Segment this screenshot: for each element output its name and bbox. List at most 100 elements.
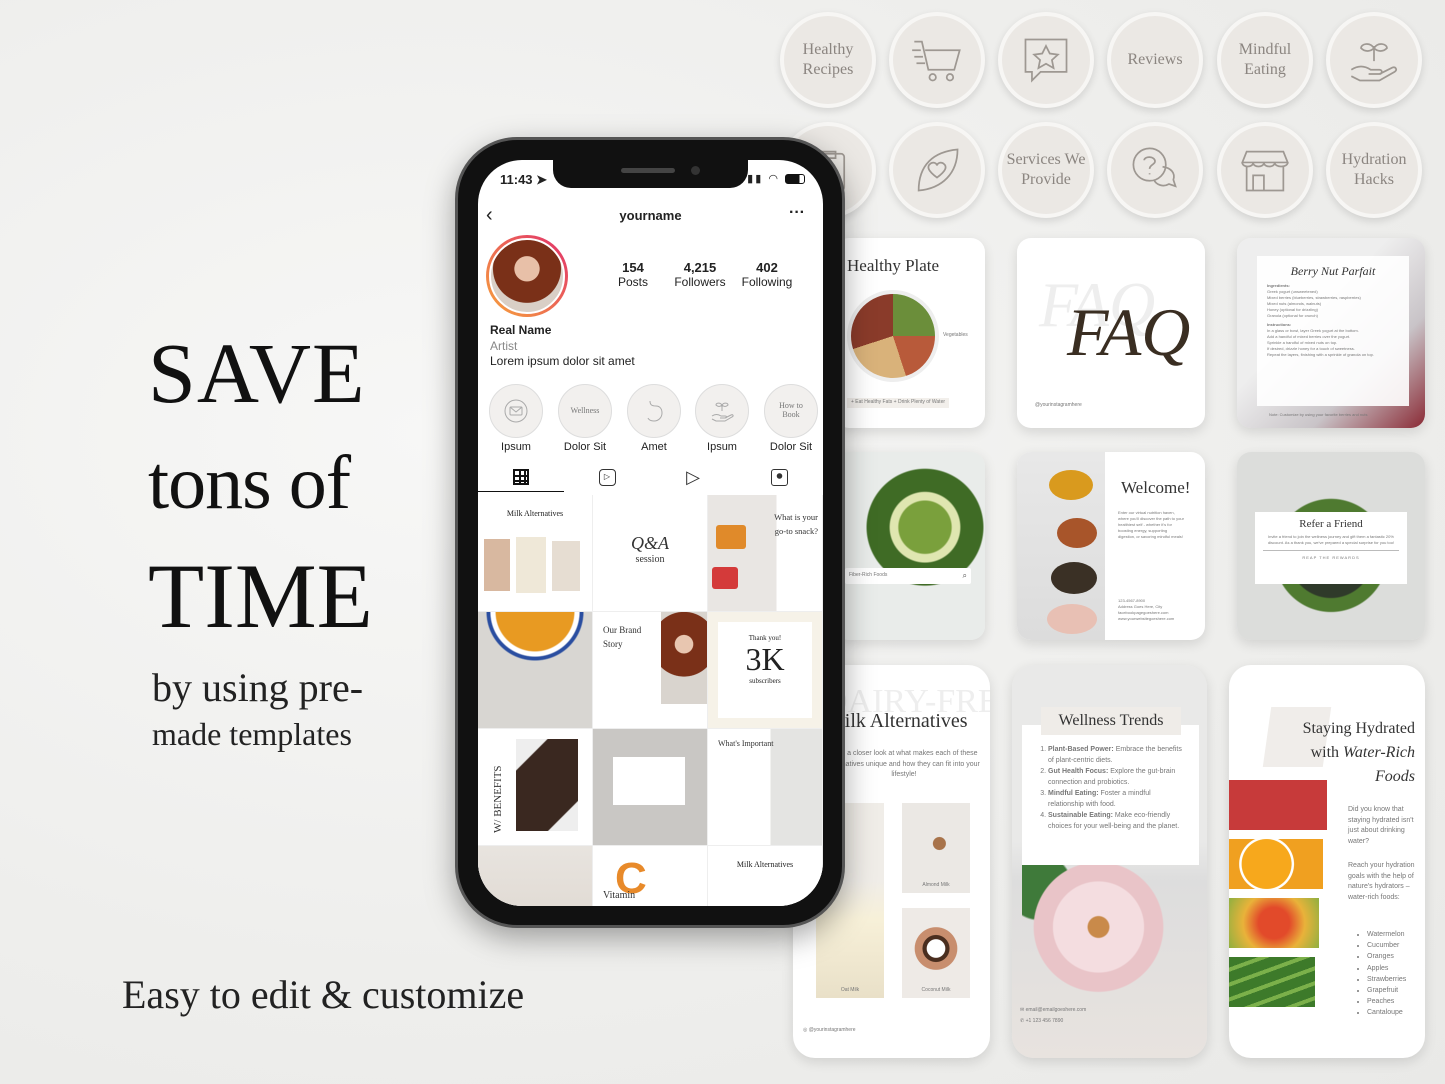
plant-hand-icon — [1350, 43, 1397, 82]
food-item: Cantaloupe — [1367, 1007, 1406, 1018]
cover-label: Mindful Eating — [1238, 41, 1292, 78]
template-fiber-foods: Fiber-Rich Foods ⌕ — [835, 452, 985, 640]
instagram-profile-screen: 11:43 ➤ ▮▮ ◠ ‹ yourname ··· 154 Posts 4,2… — [478, 160, 823, 906]
profile-bio: Lorem ipsum dolor sit amet — [490, 354, 635, 368]
story-highlight[interactable]: Wellness — [558, 384, 612, 438]
stat-posts[interactable]: 154 Posts — [598, 260, 668, 289]
shopping-cart-icon — [912, 40, 961, 82]
template-berry-parfait: Berry Nut Parfait Ingredients: Greek yog… — [1237, 238, 1425, 428]
spices-image — [1017, 452, 1105, 640]
wellness-email: ✉ email@emailgoeshere.com — [1020, 1007, 1087, 1013]
watermelon-photo — [1229, 780, 1327, 830]
highlight-label: Amet — [641, 441, 667, 453]
plate-image — [847, 290, 939, 382]
orange-photo — [1229, 839, 1323, 889]
tagline: Easy to edit & customize — [122, 972, 525, 1017]
parfait-note: Note: Customize by using your favorite b… — [1269, 412, 1368, 417]
story-highlight[interactable]: How to Book — [764, 384, 818, 438]
reap-rewards-button: REAP THE REWARDS — [1302, 555, 1360, 560]
post-review[interactable] — [593, 729, 707, 845]
battery-icon — [785, 174, 805, 185]
phone-mockup: 11:43 ➤ ▮▮ ◠ ‹ yourname ··· 154 Posts 4,2… — [455, 137, 845, 928]
card-title: Healthy Plate — [847, 256, 940, 275]
card-title: Welcome! — [1121, 478, 1191, 497]
headline-tons-of: tons of — [148, 441, 351, 525]
story-highlight[interactable] — [695, 384, 749, 438]
highlight-cover-heart-leaf — [889, 122, 985, 218]
wellness-item: Mindful Eating: Foster a mindful relatio… — [1048, 789, 1187, 810]
question-chat-icon — [1132, 147, 1177, 188]
stat-following[interactable]: 402 Following — [732, 260, 802, 289]
cover-label: Reviews — [1127, 51, 1183, 68]
highlight-label: Dolor Sit — [769, 441, 813, 453]
post-thank-you[interactable]: Thank you! 3K subscribers — [708, 612, 822, 728]
milk-label: Oat Milk — [840, 986, 860, 993]
plate-caption: + Eat Healthy Fats + Drink Plenty of Wat… — [847, 398, 950, 408]
post-whats-important[interactable]: What's Important — [708, 729, 822, 845]
template-wellness-trends: Plant-Based Power: Embrace the benefits … — [1012, 665, 1207, 1058]
post-title: Our Brand Story — [603, 625, 642, 649]
milk-body: Take a closer look at what makes each of… — [828, 750, 980, 778]
highlight-cover-cart — [889, 12, 985, 108]
tab-grid[interactable] — [478, 462, 564, 492]
ingredient: Granola (optional for crunch) — [1267, 313, 1318, 318]
flower-image — [1022, 855, 1192, 1015]
food-list: Watermelon Cucumber Oranges Apples Straw… — [1361, 929, 1406, 1019]
more-options-button[interactable]: ··· — [789, 204, 805, 222]
post-grid: Milk Alternatives Q&A session What is yo… — [478, 495, 823, 906]
highlight-cover-shop — [1217, 122, 1313, 218]
post-soup[interactable] — [478, 612, 592, 728]
post-title: W/ BENEFITS — [492, 765, 504, 833]
star-chat-icon — [1024, 38, 1068, 83]
wellness-list: Plant-Based Power: Embrace the benefits … — [1040, 745, 1187, 832]
shop-icon — [1241, 150, 1289, 192]
profile-username: yourname — [619, 208, 682, 223]
headline-time: TIME — [148, 545, 373, 647]
instagram-handle: ◎ @yourinstagramhere — [803, 1027, 856, 1033]
post-number: 3K — [745, 641, 785, 677]
template-faq: FAQ FAQ @yourinstagramhere — [1017, 238, 1205, 428]
search-bar: Fiber-Rich Foods ⌕ — [845, 568, 971, 584]
search-icon: ⌕ — [962, 571, 967, 580]
faq-title: FAQ — [1067, 294, 1191, 370]
food-item: Apples — [1367, 963, 1406, 974]
template-refer-friend: Refer a Friend Invite a friend to join t… — [1237, 452, 1425, 640]
instruction: Repeat the layers, finishing with a spri… — [1267, 352, 1374, 357]
stomach-icon — [647, 400, 663, 422]
post-qa-session[interactable]: Q&A session — [593, 495, 707, 611]
tab-tagged[interactable] — [736, 462, 822, 492]
story-highlight[interactable] — [627, 384, 681, 438]
highlight-cover-star — [998, 12, 1094, 108]
card-title: Wellness Trends — [1041, 707, 1181, 735]
refer-panel: Refer a Friend Invite a friend to join t… — [1255, 512, 1407, 584]
status-icons: ▮▮ ◠ — [747, 172, 805, 185]
wellness-phone: ✆ +1 123 456 7890 — [1020, 1018, 1064, 1024]
post-snack[interactable]: What is your go-to snack? — [708, 495, 822, 611]
coconut-milk-photo: Coconut Milk — [902, 908, 970, 998]
card-title: Refer a Friend — [1299, 518, 1363, 530]
faq-handle: @yourinstagramhere — [1035, 402, 1082, 408]
post-milk-alternatives-2[interactable]: Milk Alternatives — [708, 846, 822, 906]
post-jar[interactable] — [478, 846, 592, 906]
post-brand-story[interactable]: Our Brand Story — [593, 612, 707, 728]
tab-videos[interactable]: ▷ — [650, 462, 736, 492]
mail-icon — [504, 399, 528, 423]
tab-reels[interactable]: ▷ — [564, 462, 650, 492]
food-item: Strawberries — [1367, 974, 1406, 985]
post-subtitle: session — [635, 554, 665, 565]
post-vitamin-c[interactable]: C Vitamin — [593, 846, 707, 906]
stat-followers[interactable]: 4,215 Followers — [665, 260, 735, 289]
parfait-panel: Berry Nut Parfait Ingredients: Greek yog… — [1257, 256, 1409, 406]
post-milk-alternatives[interactable]: Milk Alternatives — [478, 495, 592, 611]
welcome-contact: 123-4567-8900 Address Goes Here, City fa… — [1118, 598, 1174, 622]
avatar[interactable] — [486, 235, 568, 317]
highlight-cover-question — [1107, 122, 1203, 218]
wellness-item: Sustainable Eating: Make eco-friendly ch… — [1048, 811, 1187, 832]
food-item: Oranges — [1367, 951, 1406, 962]
headline-save: SAVE — [148, 325, 366, 421]
post-benefits[interactable]: W/ BENEFITS — [478, 729, 592, 845]
profile-name: Real Name — [490, 323, 552, 337]
story-highlight[interactable] — [489, 384, 543, 438]
heart-leaf-icon — [917, 148, 959, 192]
template-staying-hydrated: Staying Hydrated with Water-Rich Foods D… — [1229, 665, 1425, 1058]
